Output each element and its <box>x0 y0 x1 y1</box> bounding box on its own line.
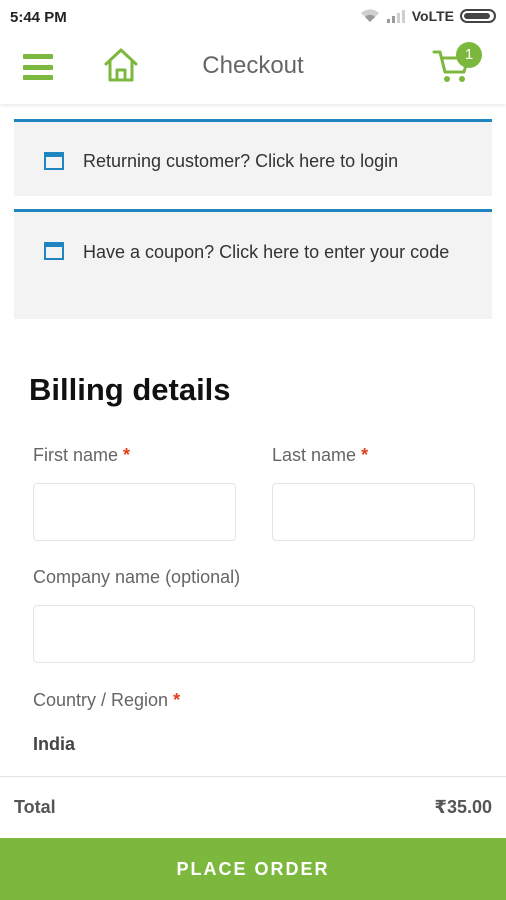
place-order-button[interactable]: PLACE ORDER <box>0 838 506 900</box>
order-total-bar: Total ₹35.00 <box>0 776 506 838</box>
total-label: Total <box>14 797 56 817</box>
billing-details-heading: Billing details <box>29 372 231 407</box>
status-time: 5:44 PM <box>10 9 67 26</box>
company-name-label: Company name (optional) <box>33 567 241 587</box>
login-link[interactable]: Returning customer? Click here to login <box>83 144 472 178</box>
status-icons: VoLTE <box>360 8 496 24</box>
cart-count-badge: 1 <box>456 42 482 68</box>
company-name-input[interactable] <box>33 605 475 663</box>
first-name-label: First name * <box>33 445 131 465</box>
window-icon <box>44 152 64 170</box>
required-mark: * <box>123 445 131 465</box>
country-label: Country / Region * <box>33 690 181 710</box>
page-title: Checkout <box>202 52 304 79</box>
coupon-link[interactable]: Have a coupon? Click here to enter your … <box>83 235 472 269</box>
first-name-input[interactable] <box>33 483 236 541</box>
window-icon <box>44 242 64 260</box>
returning-customer-notice[interactable]: Returning customer? Click here to login <box>14 119 492 196</box>
coupon-notice[interactable]: Have a coupon? Click here to enter your … <box>14 209 492 319</box>
signal-icon <box>386 10 405 23</box>
required-mark: * <box>173 690 181 710</box>
required-mark: * <box>361 445 369 465</box>
volte-label: VoLTE <box>411 8 454 24</box>
status-bar: 5:44 PM VoLTE <box>0 0 506 34</box>
last-name-label: Last name * <box>272 445 369 465</box>
total-value: ₹35.00 <box>434 797 492 817</box>
country-value[interactable]: India <box>33 734 75 755</box>
last-name-input[interactable] <box>272 483 475 541</box>
app-bar: Checkout 1 <box>0 34 506 104</box>
wifi-icon <box>360 9 379 22</box>
battery-icon <box>460 9 496 23</box>
